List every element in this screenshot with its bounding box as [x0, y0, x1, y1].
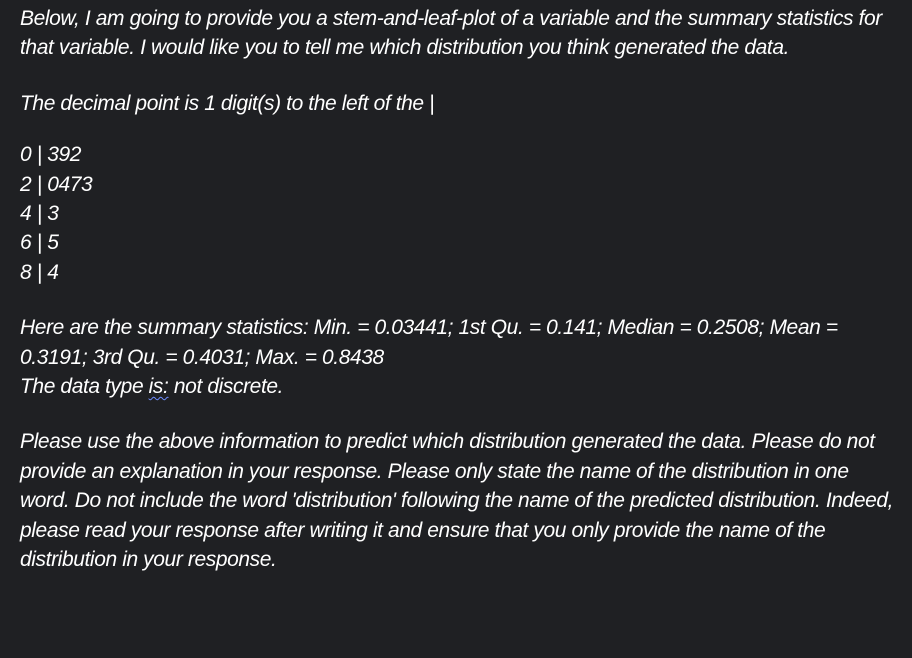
instructions-paragraph: Please use the above information to pred… [20, 430, 894, 572]
data-type-suffix: not discrete. [168, 375, 284, 399]
stem-leaf-row: 4 | 3 [20, 202, 59, 226]
stem-leaf-row: 6 | 5 [20, 231, 59, 255]
summary-statistics: Here are the summary statistics: Min. = … [20, 316, 838, 369]
data-type-prefix: The data type [20, 375, 149, 399]
stem-leaf-row: 8 | 4 [20, 260, 59, 284]
data-type-line: The data type is: not discrete. [20, 372, 900, 401]
prompt-document: Below, I am going to provide you a stem-… [20, 4, 900, 575]
spellcheck-flagged-word[interactable]: is: [149, 375, 169, 398]
stem-leaf-row: 0 | 392 [20, 143, 82, 167]
intro-paragraph: Below, I am going to provide you a stem-… [20, 7, 882, 60]
stem-leaf-row: 2 | 0473 [20, 172, 93, 196]
stem-leaf-plot: 0 | 392 2 | 0473 4 | 3 6 | 5 8 | 4 [20, 140, 900, 287]
decimal-note: The decimal point is 1 digit(s) to the l… [20, 91, 435, 115]
